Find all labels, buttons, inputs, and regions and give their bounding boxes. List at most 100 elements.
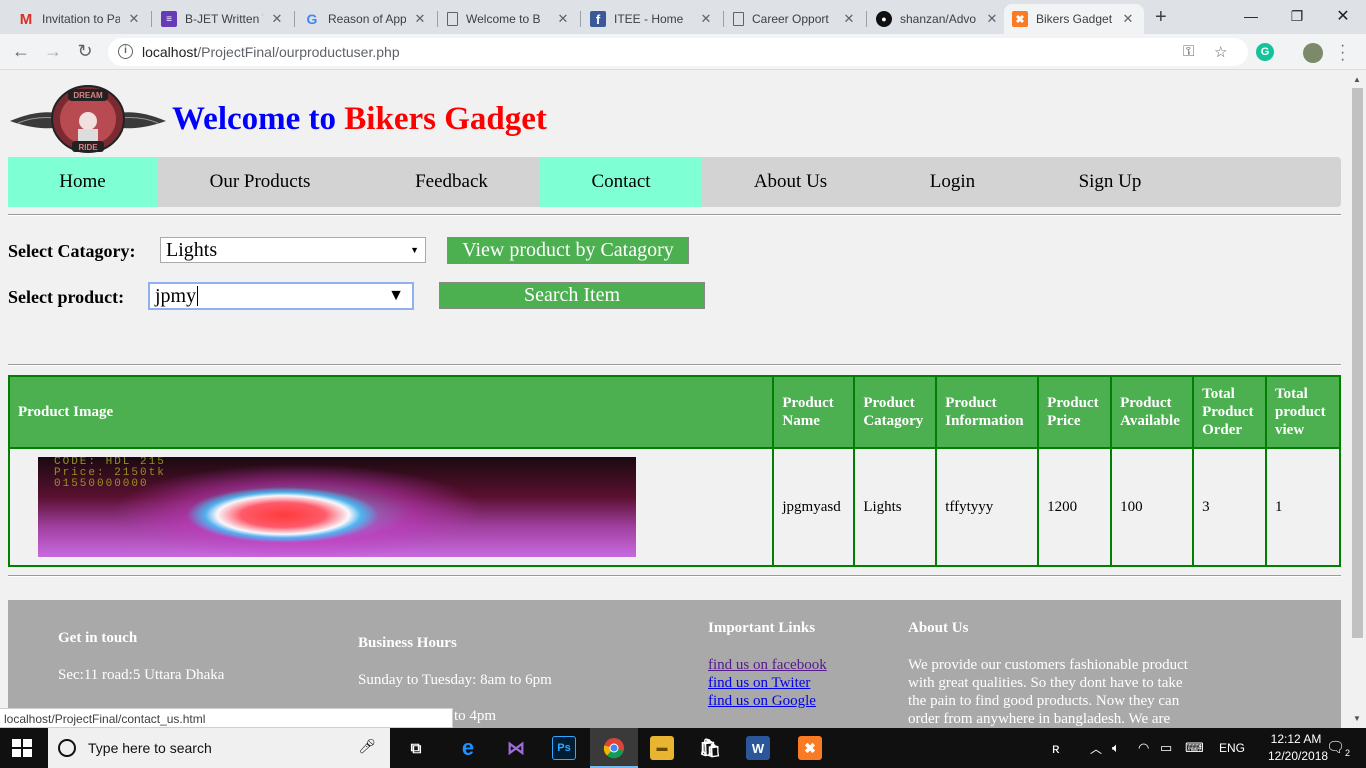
- tab-itee[interactable]: f ITEE - Home ✕: [582, 4, 722, 34]
- forward-button[interactable]: →: [42, 41, 64, 62]
- nav-login[interactable]: Login: [879, 157, 1026, 207]
- table-header-row: Product Image Product Name Product Catag…: [7, 375, 1341, 449]
- search-item-button[interactable]: Search Item: [439, 282, 705, 309]
- product-image: CODE: HDL 215 Price: 2150tk 01550000000: [38, 457, 636, 557]
- chrome-icon[interactable]: [602, 736, 626, 760]
- close-icon[interactable]: ✕: [555, 11, 571, 27]
- windows-start-icon[interactable]: [12, 739, 32, 757]
- close-icon[interactable]: ✕: [984, 11, 1000, 27]
- minimize-button[interactable]: —: [1228, 0, 1274, 32]
- close-icon[interactable]: ✕: [1120, 11, 1136, 27]
- people-icon[interactable]: ʀ: [1052, 728, 1060, 768]
- file-explorer-icon[interactable]: ▬: [650, 736, 674, 760]
- xampp-icon[interactable]: ✖: [798, 736, 822, 760]
- divider: [8, 214, 1341, 216]
- footer-about-line: the pain to find good products. Now they…: [908, 693, 1180, 709]
- link-twitter[interactable]: find us on Twiter: [708, 674, 810, 692]
- footer-about-line: We provide our customers fashionable pro…: [908, 657, 1188, 673]
- close-icon[interactable]: ✕: [841, 11, 857, 27]
- page-viewport: DREAM RIDE Welcome to Bikers Gadget Home…: [0, 71, 1349, 728]
- footer-about-title: About Us: [908, 620, 969, 636]
- notification-icon[interactable]: 🗨︎2: [1326, 738, 1350, 758]
- volume-icon[interactable]: 🔈︎: [1112, 728, 1120, 768]
- menu-icon[interactable]: · · ·: [1340, 38, 1345, 68]
- category-select[interactable]: Lights ▼: [160, 237, 426, 263]
- tab-title: Reason of Appl: [328, 12, 406, 26]
- cell-product-image: CODE: HDL 215 Price: 2150tk 01550000000: [7, 447, 775, 567]
- cell-product-information: tffytyyy: [935, 447, 1040, 567]
- tab-github[interactable]: ● shanzan/Advo ✕: [868, 4, 1008, 34]
- nav-home[interactable]: Home: [8, 157, 157, 207]
- cell-product-name: jpgmyasd: [772, 447, 856, 567]
- status-bar-url: localhost/ProjectFinal/contact_us.html: [0, 708, 453, 728]
- nav-sign-up[interactable]: Sign Up: [1026, 157, 1194, 207]
- footer-hours-line1: Sunday to Tuesday: 8am to 6pm: [358, 672, 552, 688]
- wifi-icon[interactable]: ◠: [1138, 728, 1149, 768]
- tab-title: Career Opport: [752, 12, 829, 26]
- tab-gmail[interactable]: M Invitation to Pa ✕: [10, 4, 150, 34]
- browser-tab-bar: M Invitation to Pa ✕ ≡ B-JET Written T ✕…: [0, 0, 1366, 34]
- tab-bjet[interactable]: ≡ B-JET Written T ✕: [153, 4, 293, 34]
- logo-text: DREAM: [73, 91, 103, 100]
- close-icon[interactable]: ✕: [126, 11, 142, 27]
- star-icon[interactable]: ☆: [1214, 43, 1227, 61]
- link-facebook[interactable]: find us on facebook: [708, 656, 827, 674]
- new-tab-button[interactable]: +: [1155, 6, 1167, 29]
- close-icon[interactable]: ✕: [269, 11, 285, 27]
- scroll-thumb[interactable]: [1352, 88, 1363, 638]
- word-icon[interactable]: W: [746, 736, 770, 760]
- microphone-icon[interactable]: 🎤︎: [358, 738, 376, 755]
- language-indicator[interactable]: ENG: [1219, 728, 1245, 768]
- reload-button[interactable]: ↻: [74, 41, 96, 62]
- category-label: Select Catagory:: [8, 241, 136, 261]
- battery-icon[interactable]: ▭: [1160, 728, 1172, 768]
- clock-date: 12/20/2018: [1268, 749, 1329, 763]
- nav-about-us[interactable]: About Us: [702, 157, 879, 207]
- address-bar[interactable]: i localhost/ProjectFinal/ourproductuser.…: [108, 38, 1248, 66]
- scroll-down-icon[interactable]: ▼: [1353, 714, 1361, 723]
- visual-studio-icon[interactable]: ⋈: [504, 736, 528, 760]
- tab-welcome[interactable]: Welcome to B ✕: [439, 4, 579, 34]
- nav-contact[interactable]: Contact: [540, 157, 702, 207]
- browser-toolbar: ← → ↻ i localhost/ProjectFinal/ourproduc…: [0, 34, 1366, 70]
- tab-career[interactable]: Career Opport ✕: [725, 4, 865, 34]
- task-view-icon[interactable]: ⧉: [404, 736, 428, 760]
- edge-icon[interactable]: e: [456, 735, 480, 760]
- tab-title: ITEE - Home: [614, 12, 684, 26]
- nav-our-products[interactable]: Our Products: [157, 157, 363, 207]
- divider: [8, 575, 1341, 577]
- nav-feedback[interactable]: Feedback: [363, 157, 540, 207]
- photoshop-icon[interactable]: Ps: [552, 736, 576, 760]
- chevron-up-icon[interactable]: ︿: [1090, 728, 1102, 768]
- profile-avatar[interactable]: [1303, 43, 1323, 63]
- footer-links-title: Important Links: [708, 620, 816, 636]
- chevron-down-icon: ▼: [410, 245, 419, 255]
- product-select[interactable]: jpmy ▼: [148, 282, 414, 310]
- back-button[interactable]: ←: [10, 41, 32, 62]
- cell-product-available: 100: [1110, 447, 1195, 567]
- store-icon[interactable]: 🛍︎: [698, 736, 722, 760]
- footer-about-line: order from anywhere in bangladesh. We ar…: [908, 711, 1171, 727]
- footer-hours-title: Business Hours: [358, 635, 457, 651]
- view-by-category-button[interactable]: View product by Catagory: [447, 237, 689, 264]
- close-icon[interactable]: ✕: [412, 11, 428, 27]
- footer-hours-line2: to 4pm: [454, 708, 497, 724]
- taskbar-clock[interactable]: 12:12 AM 12/20/2018: [1268, 731, 1329, 765]
- link-google[interactable]: find us on Google: [708, 692, 816, 710]
- keyboard-icon[interactable]: ⌨: [1185, 728, 1204, 768]
- table-row: CODE: HDL 215 Price: 2150tk 01550000000 …: [7, 447, 1341, 567]
- divider: [8, 364, 1341, 366]
- info-icon[interactable]: i: [118, 44, 133, 59]
- taskbar-search[interactable]: Type here to search 🎤︎: [48, 728, 390, 768]
- page-scrollbar[interactable]: ▲ ▼: [1349, 71, 1366, 728]
- scroll-up-icon[interactable]: ▲: [1353, 75, 1361, 84]
- grammarly-icon[interactable]: G: [1256, 43, 1274, 61]
- header-product-information: Product Information: [935, 375, 1040, 449]
- tab-bikers-gadget[interactable]: ✖ Bikers Gadget ✕: [1004, 4, 1144, 34]
- key-icon[interactable]: ⚿: [1183, 43, 1194, 60]
- page-icon: [447, 12, 458, 26]
- close-icon[interactable]: ✕: [698, 11, 714, 27]
- maximize-button[interactable]: ❐: [1274, 0, 1320, 32]
- tab-reason[interactable]: G Reason of Appl ✕: [296, 4, 436, 34]
- window-close-button[interactable]: ✕: [1320, 0, 1366, 32]
